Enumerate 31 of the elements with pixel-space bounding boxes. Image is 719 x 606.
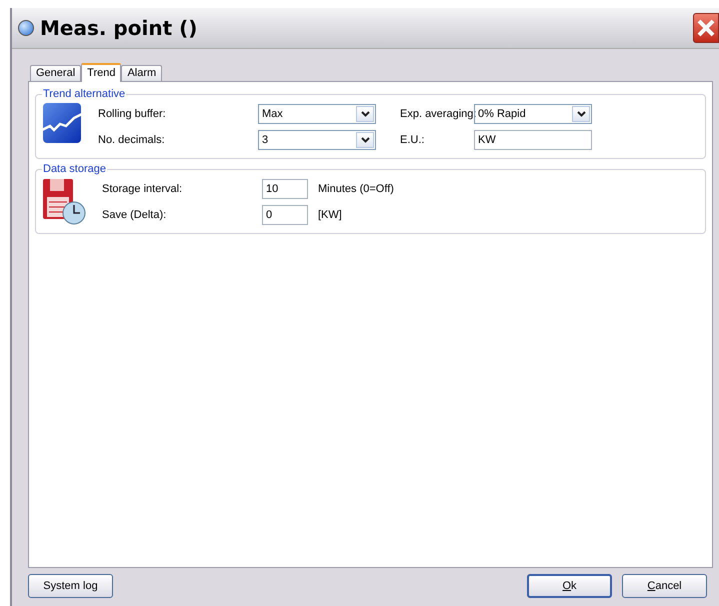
- input-field[interactable]: 0: [262, 205, 308, 225]
- window-title: Meas. point (): [40, 16, 198, 40]
- close-icon: [696, 18, 716, 38]
- field-label: Storage interval:: [102, 183, 184, 195]
- field-label: No. decimals:: [98, 134, 166, 146]
- group-title: Trend alternative: [42, 88, 126, 100]
- tab[interactable]: General: [30, 65, 82, 81]
- tab[interactable]: Trend: [81, 63, 122, 82]
- app-icon: [18, 20, 34, 36]
- dropdown[interactable]: Max: [258, 104, 376, 124]
- dropdown[interactable]: 0% Rapid: [474, 104, 592, 124]
- field-label: Rolling buffer:: [98, 108, 167, 120]
- dialog-button[interactable]: Cancel: [622, 574, 707, 598]
- dropdown[interactable]: 3: [258, 130, 376, 150]
- unit-label: Minutes (0=Off): [318, 183, 394, 195]
- trend-chart-icon: [42, 102, 82, 144]
- chevron-down-icon: [360, 111, 370, 117]
- chevron-down-icon: [360, 137, 370, 143]
- unit-label: [KW]: [318, 209, 343, 221]
- field-label: Save (Delta):: [102, 209, 168, 221]
- close-button[interactable]: [693, 13, 719, 43]
- dialog-button[interactable]: Ok: [527, 574, 612, 598]
- input-field[interactable]: 10: [262, 179, 308, 199]
- tab[interactable]: Alarm: [121, 65, 162, 81]
- input-field[interactable]: KW: [474, 130, 592, 150]
- field-label: E.U.:: [399, 134, 426, 146]
- field-label: Exp. averaging:: [399, 108, 474, 120]
- group-title: Data storage: [42, 163, 107, 175]
- system-log-button[interactable]: System log: [28, 574, 113, 598]
- chevron-down-icon: [576, 111, 586, 117]
- floppy-clock-icon: [42, 177, 86, 225]
